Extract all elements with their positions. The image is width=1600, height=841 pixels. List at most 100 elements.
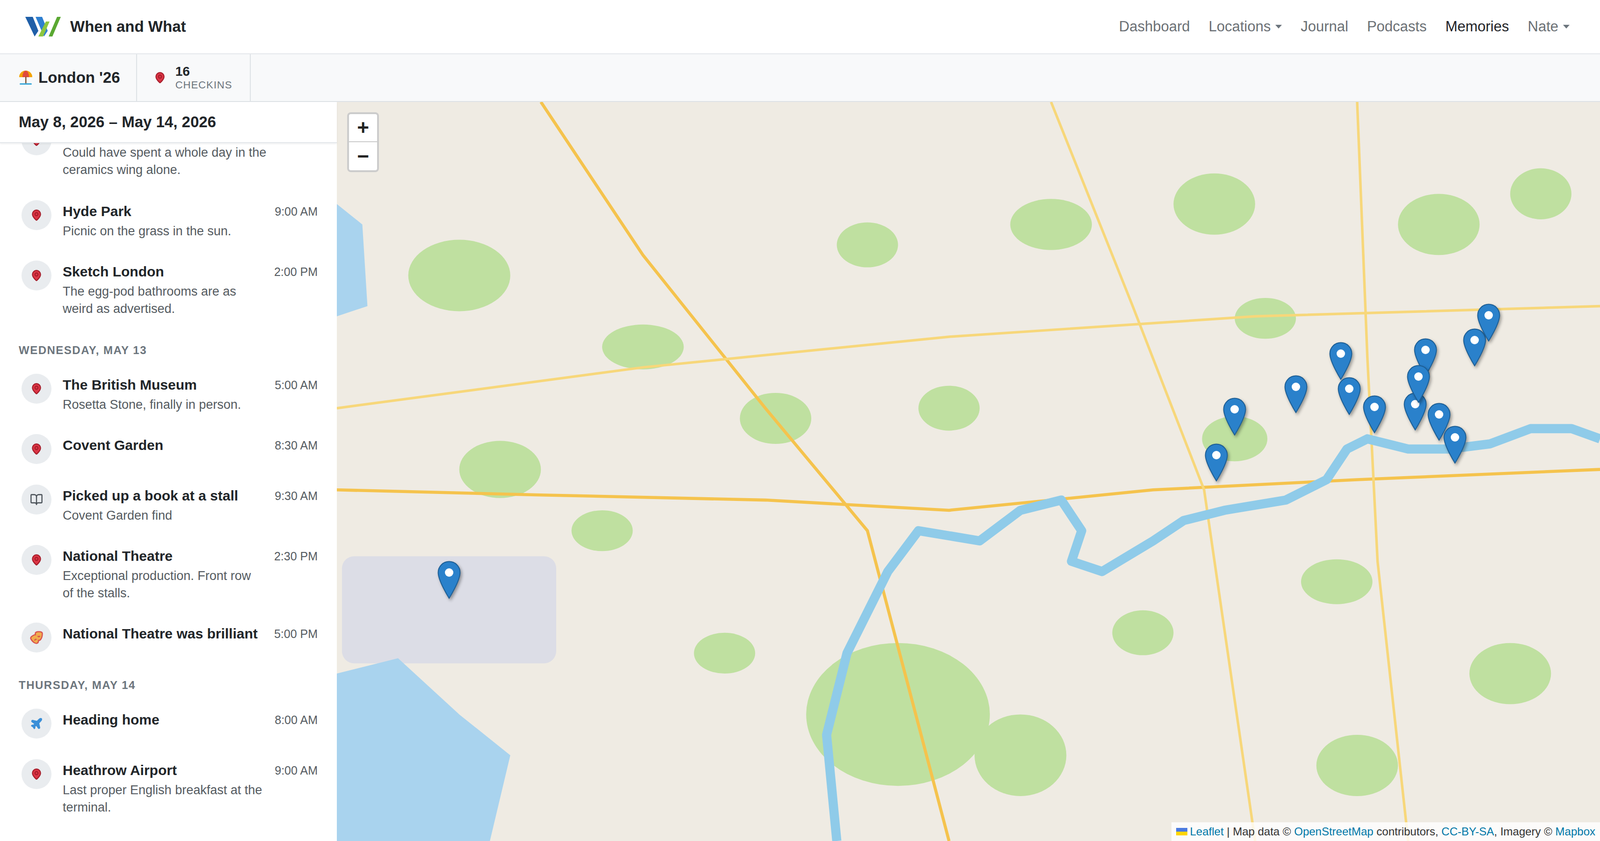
- ukraine-flag-icon: [1176, 828, 1188, 836]
- timeline-entry[interactable]: Picked up a book at a stallCovent Garden…: [0, 474, 337, 535]
- nav-link[interactable]: Nate: [1527, 15, 1570, 38]
- pin-icon: [30, 382, 43, 395]
- pin-icon: [30, 553, 43, 567]
- map-pin-icon[interactable]: [1403, 392, 1427, 431]
- attribution-text: , Imagery ©: [1494, 823, 1556, 841]
- entry-title: National Theatre: [62, 546, 263, 566]
- checkins-stat: 16CHECKINS: [137, 54, 252, 102]
- entry-title: National Theatre was brilliant: [62, 624, 263, 644]
- caret-icon: [1275, 24, 1282, 30]
- pin-icon: [30, 443, 43, 456]
- nav-menu: Dashboard Locations Journal Podcasts Memorie…: [1119, 15, 1570, 38]
- brand-name: When and What: [70, 14, 186, 39]
- zoom-out-button[interactable]: −: [349, 142, 378, 171]
- entry-note: The egg-pod bathrooms are as weird as ad…: [62, 283, 263, 318]
- entry-icon-circle: [21, 200, 52, 231]
- date-range-header: May 8, 2026 – May 14, 2026: [0, 101, 337, 144]
- map-pin-icon[interactable]: [1329, 341, 1353, 381]
- entry-note: Picnic on the grass in the sun.: [62, 222, 264, 240]
- zoom-control: +−: [347, 112, 379, 173]
- entry-time: 9:30 AM: [274, 484, 318, 506]
- trip-title[interactable]: London '26: [0, 54, 138, 102]
- map-pin-icon[interactable]: [1462, 328, 1487, 367]
- attribution-text: contributors,: [1373, 823, 1442, 841]
- timeline-entry[interactable]: National TheatreExceptional production. …: [0, 534, 337, 613]
- map-pin-icon[interactable]: [1204, 443, 1229, 482]
- entry-icon-circle: [21, 622, 52, 653]
- entry-icon-circle: [21, 373, 52, 404]
- trip-bar: London '2616CHECKINS: [0, 54, 1600, 102]
- entry-title: Sketch London: [62, 262, 263, 282]
- entry-title: Heading home: [62, 710, 264, 730]
- day-header: WEDNESDAY, MAY 13: [0, 327, 337, 364]
- entry-icon-circle: [21, 545, 52, 575]
- timeline-entry[interactable]: Covent Garden 8:30 AM: [0, 423, 337, 475]
- brand[interactable]: When and What: [24, 14, 186, 39]
- entry-time: 8:00 AM: [274, 708, 318, 730]
- entry-note: Last proper English breakfast at the ter…: [62, 781, 264, 817]
- logo-icon: [24, 14, 61, 39]
- attribution-link[interactable]: Leaflet: [1190, 823, 1224, 841]
- entry-time: 9:00 AM: [274, 759, 318, 780]
- entry-icon-circle: [21, 260, 52, 291]
- entry-icon-circle: [21, 759, 52, 790]
- nav-link[interactable]: Podcasts: [1367, 15, 1427, 38]
- pin-icon: [153, 71, 167, 84]
- entry-icon-circle: [21, 484, 52, 515]
- entry-title: Covent Garden: [62, 436, 264, 455]
- timeline-entry[interactable]: National Theatre was brilliant5:00 PM: [0, 612, 337, 663]
- entry-icon-circle: [21, 434, 52, 465]
- entry-time: 2:00 PM: [274, 260, 318, 282]
- entry-title: The British Museum: [62, 375, 264, 395]
- entry-time: 2:30 PM: [274, 545, 318, 566]
- pin-icon: [30, 143, 43, 147]
- timeline-day: Could have spent a whole day in the cera…: [0, 143, 337, 328]
- map-pin-icon[interactable]: [1362, 395, 1387, 434]
- attribution-text: | Map data ©: [1223, 823, 1295, 841]
- zoom-in-button[interactable]: +: [349, 114, 378, 143]
- entry-title: Hyde Park: [62, 202, 264, 221]
- map-pin-icon[interactable]: [1406, 364, 1431, 404]
- map[interactable]: +− Leaflet | Map data © OpenStreetMap con…: [336, 101, 1600, 841]
- timeline-entry[interactable]: Heathrow AirportLast proper English brea…: [0, 749, 337, 827]
- beach-umbrella-icon: [17, 69, 34, 86]
- entry-time: 8:30 AM: [274, 434, 318, 455]
- nav-link[interactable]: Dashboard: [1119, 15, 1191, 38]
- nav-link[interactable]: Locations: [1208, 15, 1283, 38]
- timeline-entry[interactable]: Sketch LondonThe egg-pod bathrooms are a…: [0, 250, 337, 328]
- checkins-label: CHECKINS: [175, 80, 233, 91]
- entry-note: Rosetta Stone, finally in person.: [62, 396, 264, 414]
- entry-note: Covent Garden find: [62, 507, 264, 525]
- plane-icon: [29, 717, 44, 731]
- app: When and What Dashboard Locations Journal Po…: [0, 0, 1600, 841]
- map-pin-icon[interactable]: [1476, 303, 1501, 342]
- entry-icon-circle: [21, 708, 52, 739]
- attribution-link[interactable]: OpenStreetMap: [1294, 823, 1374, 841]
- nav-link[interactable]: Journal: [1300, 15, 1349, 38]
- pin-icon: [30, 209, 43, 222]
- attribution-link[interactable]: Mapbox: [1555, 823, 1596, 841]
- timeline-day: THURSDAY, MAY 14 Heading home 8:00 AM Heath…: [0, 662, 337, 827]
- timeline-entry[interactable]: The British MuseumRosetta Stone, finally…: [0, 363, 337, 424]
- timeline-entry[interactable]: Could have spent a whole day in the cera…: [0, 143, 337, 190]
- theatre-masks-icon: [29, 630, 44, 645]
- map-pin-icon[interactable]: [1337, 377, 1361, 416]
- nav-link[interactable]: Memories: [1445, 15, 1509, 38]
- timeline-entry[interactable]: Hyde ParkPicnic on the grass in the sun.…: [0, 189, 337, 251]
- entry-icon-circle: [21, 143, 52, 156]
- map-pin-icon[interactable]: [1222, 397, 1247, 437]
- entry-time: 5:00 AM: [274, 373, 318, 395]
- attribution-link[interactable]: CC-BY-SA: [1441, 823, 1494, 841]
- timeline-entry[interactable]: Heading home 8:00 AM: [0, 698, 337, 750]
- map-pin-icon[interactable]: [437, 560, 461, 600]
- entry-title: Picked up a book at a stall: [62, 486, 264, 506]
- timeline-day: WEDNESDAY, MAY 13The British MuseumRoset…: [0, 327, 337, 663]
- timeline-list: Could have spent a whole day in the cera…: [0, 143, 337, 841]
- map-pin-icon[interactable]: [1443, 425, 1467, 465]
- day-header: THURSDAY, MAY 14: [0, 662, 337, 699]
- pin-icon: [30, 269, 43, 282]
- map-tiles: [336, 101, 1600, 841]
- entry-time: 9:00 AM: [274, 200, 318, 221]
- checkins-count: 16: [175, 65, 233, 79]
- map-pin-icon[interactable]: [1284, 375, 1308, 414]
